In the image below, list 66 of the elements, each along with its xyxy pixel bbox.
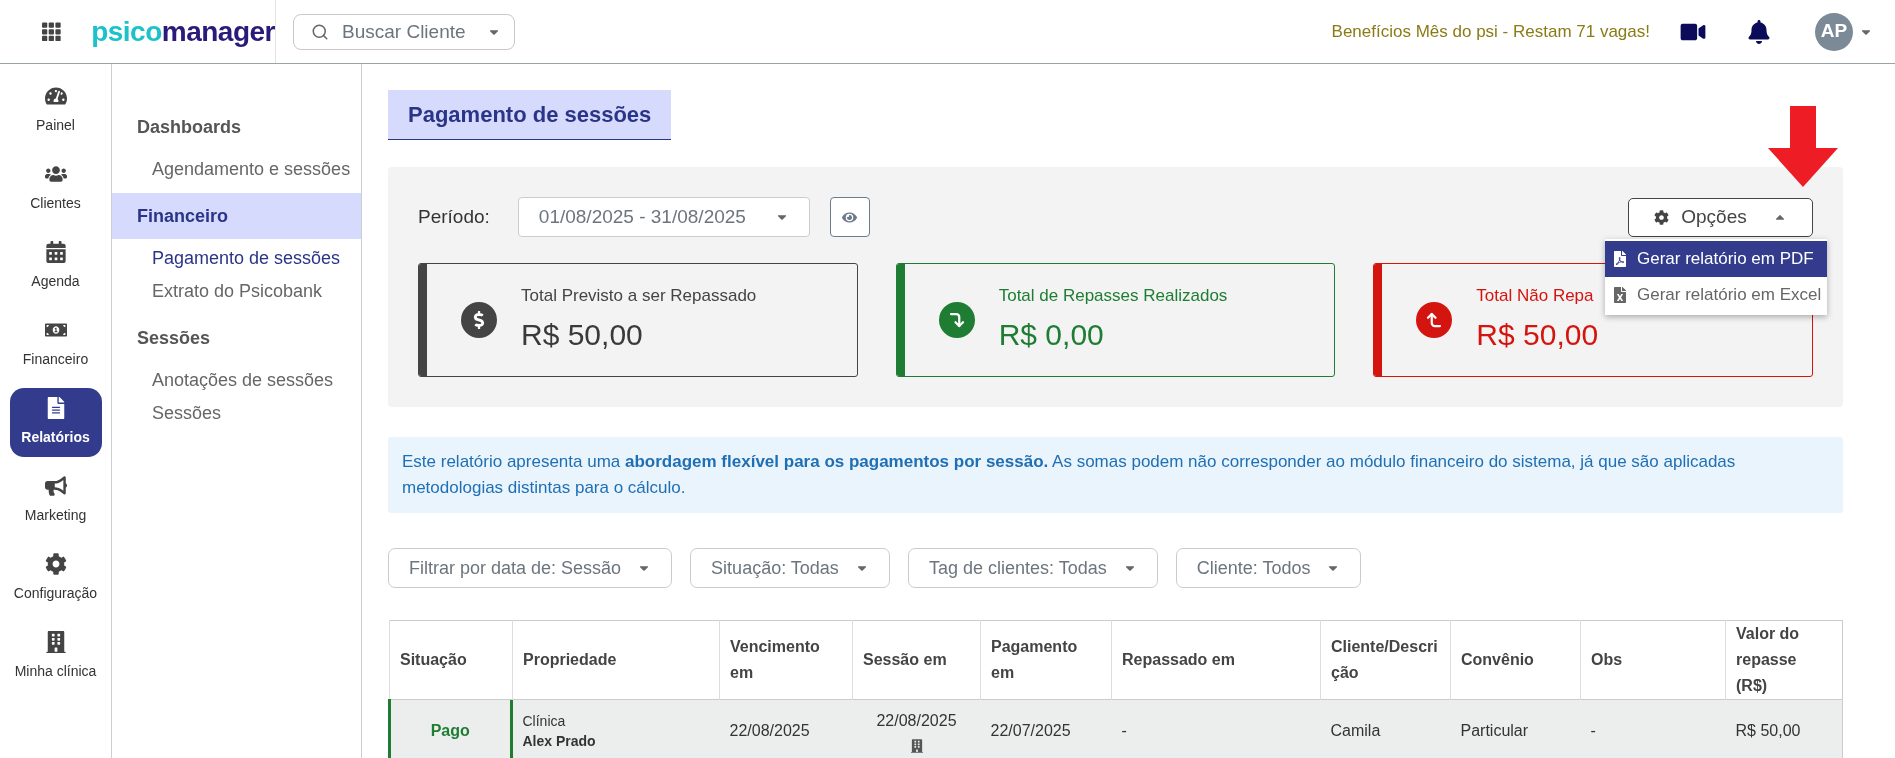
bell-icon[interactable] (1748, 19, 1770, 44)
section-heading[interactable]: Dashboards (112, 104, 361, 150)
arrow-down-icon (938, 302, 975, 338)
preview-button[interactable] (829, 197, 870, 237)
menu-item[interactable]: Gerar relatório em PDF (1605, 241, 1827, 277)
property-name: Alex Prado (522, 732, 597, 751)
status-text: Pago (430, 721, 470, 741)
table-cell: - (1121, 722, 1127, 739)
apps-grid-icon[interactable] (42, 21, 62, 42)
card-title: Total Não Repa (1476, 284, 1595, 307)
search-icon (311, 22, 329, 41)
nav-item[interactable]: Financeiro (9, 310, 102, 379)
submenu-link[interactable]: Anotações de sessões (152, 367, 361, 394)
nav-item[interactable]: Marketing (9, 466, 102, 535)
card-value: R$ 50,00 (521, 317, 644, 354)
submenu-link[interactable]: Extrato do Psicobank (152, 278, 361, 305)
table-cell: R$ 50,00 (1735, 722, 1801, 739)
building-icon (44, 631, 67, 653)
page-title: Pagamento de sessões (388, 90, 672, 140)
filter-dropdown[interactable]: Situação: Todas (690, 548, 890, 588)
pdf-file-icon (1613, 251, 1627, 267)
submenu-link[interactable]: Sessões (152, 400, 361, 427)
table-cell: - (1590, 722, 1596, 739)
card-title: Total Previsto a ser Repassado (521, 284, 757, 307)
gear-icon (1654, 209, 1670, 225)
table-cell: 22/07/2025 (990, 722, 1071, 739)
user-avatar[interactable]: AP (1815, 12, 1853, 51)
filter-dropdown[interactable]: Tag de clientes: Todas (907, 548, 1158, 588)
nav-item[interactable]: Agenda (9, 232, 102, 301)
menu-item[interactable]: Gerar relatório em Excel (1605, 277, 1827, 313)
options-button[interactable]: Opções (1628, 197, 1813, 237)
submenu-link[interactable]: Pagamento de sessões (152, 245, 361, 272)
card-title: Total de Repasses Realizados (998, 284, 1228, 307)
nav-item[interactable]: Minha clínica (9, 622, 102, 691)
filter-dropdown[interactable]: Cliente: Todos (1175, 548, 1362, 588)
promo-link[interactable]: Benefícios Mês do psi - Restam 71 vagas! (1331, 18, 1650, 45)
dollar-icon (461, 302, 497, 338)
people-icon (44, 163, 67, 185)
period-label: Período: (418, 204, 490, 229)
info-notice: Este relatório apresenta uma abordagem flexível para os pagamentos por sessão. As somas podem não corresponder ao módulo financeiro do sistema, já que são aplicadas metodologias distintas para o cálculo. (388, 437, 1843, 513)
period-select[interactable]: 01/08/2025 - 31/08/2025 (517, 197, 810, 237)
table-cell: Camila (1330, 722, 1381, 739)
card-value: R$ 50,00 (1476, 317, 1599, 354)
arrow-icon (1768, 106, 1838, 187)
logo: psicomanager (91, 17, 275, 46)
nav-item[interactable]: Configuração (9, 544, 102, 613)
table-cell: Particular (1460, 722, 1529, 739)
megaphone-icon (44, 475, 67, 497)
spreadsheet-file-icon (1613, 287, 1627, 303)
arrow-up-icon (1416, 302, 1453, 338)
nav-item[interactable]: Relatórios (9, 388, 102, 457)
card-value: R$ 0,00 (998, 317, 1105, 354)
search-field[interactable]: Buscar Cliente (293, 13, 515, 50)
calendar-icon (44, 241, 67, 263)
filter-dropdown[interactable]: Filtrar por data de: Sessão (388, 548, 673, 588)
section-heading[interactable]: Financeiro (112, 193, 361, 239)
nav-item[interactable]: Clientes (9, 154, 102, 223)
section-heading[interactable]: Sessões (112, 315, 361, 361)
table-cell-text: 22/08/2025 (876, 711, 957, 731)
nav-item[interactable]: Painel (9, 76, 102, 145)
building-icon (910, 739, 923, 753)
submenu-link[interactable]: Agendamento e sessões (152, 156, 361, 183)
gear-icon (44, 553, 67, 575)
property-type: Clínica (522, 712, 567, 731)
table-cell: 22/08/2025 (729, 722, 810, 739)
gauge-icon (44, 85, 67, 107)
